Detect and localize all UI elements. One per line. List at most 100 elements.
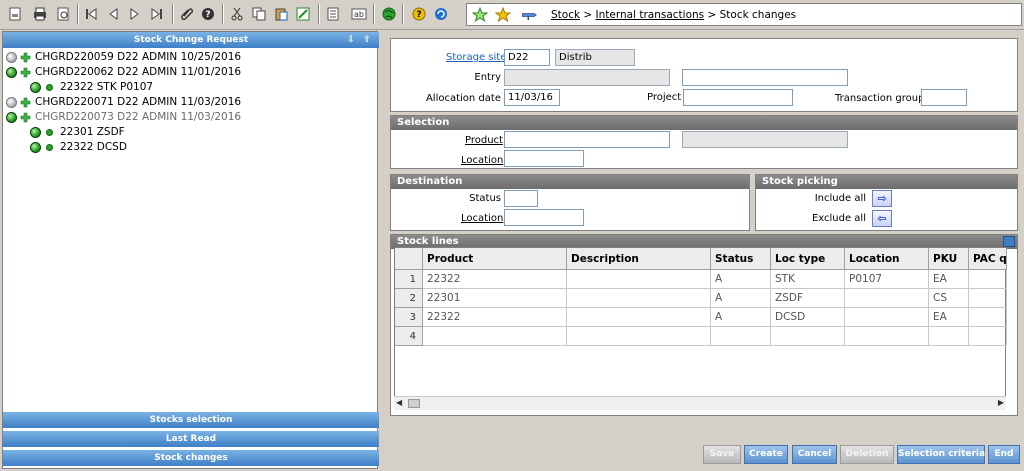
cell-description[interactable] (567, 308, 711, 327)
cell-loc-type[interactable]: STK (771, 270, 845, 289)
row-number[interactable]: 3 (395, 308, 423, 327)
cell-product[interactable]: 22322 (423, 270, 567, 289)
row-number[interactable]: 1 (395, 270, 423, 289)
stocks-selection-section[interactable]: Stocks selection (3, 412, 379, 428)
cell-pku[interactable]: CS (929, 289, 969, 308)
selection-product-field[interactable] (504, 131, 670, 148)
cell-status[interactable]: A (711, 308, 771, 327)
cancel-button[interactable]: Cancel (792, 445, 837, 464)
last-record-icon[interactable] (148, 5, 166, 23)
selection-criteria-button[interactable]: Selection criteria (897, 445, 985, 464)
cell-pku[interactable]: EA (929, 308, 969, 327)
entry-description-field[interactable] (682, 69, 848, 86)
tree-child-item[interactable]: 22301 ZSDF (3, 125, 373, 140)
stock-changes-section[interactable]: Stock changes (3, 450, 379, 466)
last-read-section[interactable]: Last Read (3, 431, 379, 447)
cell-status[interactable]: A (711, 270, 771, 289)
cell-location[interactable] (845, 308, 929, 327)
print-preview-icon[interactable] (54, 5, 72, 23)
expand-plus-icon[interactable] (20, 67, 31, 78)
include-all-button[interactable]: ⇨ (872, 190, 892, 207)
column-header-pku[interactable]: PKU (929, 248, 969, 270)
cell-product[interactable] (423, 327, 567, 346)
storage-site-field[interactable]: D22 (504, 49, 550, 66)
cell-loc-type[interactable] (771, 327, 845, 346)
transaction-group-field[interactable] (921, 89, 967, 106)
stock-change-request-header[interactable]: Stock Change Request ⇩ ⇧ (3, 32, 379, 48)
breadcrumb-internal-transactions[interactable]: Internal transactions (596, 9, 705, 21)
tree-child-item[interactable]: 22322 DCSD (3, 140, 373, 155)
previous-record-icon[interactable] (104, 5, 122, 23)
export-icon[interactable] (1003, 236, 1015, 247)
expand-plus-icon[interactable] (20, 97, 31, 108)
destination-status-field[interactable] (504, 190, 538, 207)
edit-icon[interactable] (294, 5, 312, 23)
column-header-loc-type[interactable]: Loc type (771, 248, 845, 270)
destination-location-label[interactable]: Location (461, 213, 503, 224)
deletion-button[interactable]: Deletion (840, 445, 894, 464)
expand-plus-icon[interactable] (20, 52, 31, 63)
properties-icon[interactable] (324, 5, 342, 23)
row-number[interactable]: 4 (395, 327, 423, 346)
destination-location-field[interactable] (504, 209, 584, 226)
save-button[interactable]: Save (703, 445, 741, 464)
cell-product[interactable]: 22322 (423, 308, 567, 327)
cell-description[interactable] (567, 327, 711, 346)
scroll-right-icon[interactable]: ▶ (998, 398, 1004, 407)
cell-description[interactable] (567, 270, 711, 289)
scroll-thumb[interactable] (408, 399, 420, 408)
allocation-date-field[interactable]: 11/03/16 (504, 89, 560, 106)
expand-plus-icon[interactable] (20, 112, 31, 123)
new-icon[interactable] (6, 5, 24, 23)
row-number[interactable]: 2 (395, 289, 423, 308)
cell-location[interactable] (845, 327, 929, 346)
copy-icon[interactable] (250, 5, 268, 23)
info-icon[interactable]: ? (410, 5, 428, 23)
breadcrumb-stock[interactable]: Stock (551, 9, 580, 21)
tree-item[interactable]: CHGRD220073 D22 ADMIN 11/03/2016 (3, 110, 373, 125)
entry-field[interactable] (504, 69, 670, 86)
cell-status[interactable] (711, 327, 771, 346)
collapse-down-icon[interactable]: ⇩ (345, 32, 357, 48)
refresh-icon[interactable] (432, 5, 450, 23)
text-icon[interactable]: ab (350, 5, 368, 23)
cell-pac[interactable] (969, 327, 1007, 346)
column-header-location[interactable]: Location (845, 248, 929, 270)
cell-location[interactable]: P0107 (845, 270, 929, 289)
tree-item[interactable]: CHGRD220071 D22 ADMIN 11/03/2016 (3, 95, 373, 110)
column-header-pac[interactable]: PAC qu (969, 248, 1007, 270)
scroll-left-icon[interactable]: ◀ (396, 398, 402, 407)
cell-pac[interactable] (969, 289, 1007, 308)
cell-product[interactable]: 22301 (423, 289, 567, 308)
product-label[interactable]: Product (465, 135, 503, 146)
location-label[interactable]: Location (461, 155, 503, 166)
project-field[interactable] (683, 89, 793, 106)
cell-pku[interactable]: EA (929, 270, 969, 289)
favorite-add-icon[interactable] (471, 6, 489, 24)
paste-icon[interactable] (272, 5, 290, 23)
column-header-description[interactable]: Description (567, 248, 711, 270)
tree-item[interactable]: CHGRD220059 D22 ADMIN 10/25/2016 (3, 50, 373, 65)
cell-loc-type[interactable]: DCSD (771, 308, 845, 327)
tree-child-item[interactable]: 22322 STK P0107 (3, 80, 373, 95)
globe-icon[interactable] (380, 5, 398, 23)
cell-pac[interactable] (969, 308, 1007, 327)
end-button[interactable]: End (988, 445, 1020, 464)
tree-item[interactable]: CHGRD220062 D22 ADMIN 11/01/2016 (3, 65, 373, 80)
collapse-up-icon[interactable]: ⇧ (361, 32, 373, 48)
storage-site-label[interactable]: Storage site (446, 52, 506, 63)
cell-status[interactable]: A (711, 289, 771, 308)
exclude-all-button[interactable]: ⇦ (872, 210, 892, 227)
print-icon[interactable] (31, 5, 49, 23)
cell-pku[interactable] (929, 327, 969, 346)
favorite-icon[interactable] (494, 6, 512, 24)
help-icon[interactable]: ? (199, 5, 217, 23)
cell-description[interactable] (567, 289, 711, 308)
create-button[interactable]: Create (744, 445, 788, 464)
cell-loc-type[interactable]: ZSDF (771, 289, 845, 308)
selection-location-field[interactable] (504, 150, 584, 167)
next-record-icon[interactable] (126, 5, 144, 23)
pin-icon[interactable] (517, 6, 541, 24)
column-header-product[interactable]: Product (423, 248, 567, 270)
cell-pac[interactable] (969, 270, 1007, 289)
